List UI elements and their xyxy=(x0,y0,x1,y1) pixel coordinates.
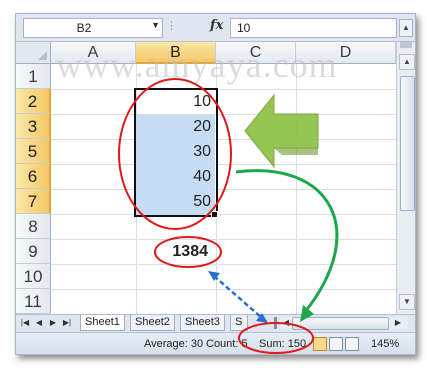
select-all-button[interactable] xyxy=(16,42,51,64)
column-header-b[interactable]: B xyxy=(136,42,216,64)
name-box[interactable]: B2 ▼ xyxy=(23,18,163,38)
zoom-level[interactable]: 145% xyxy=(371,338,399,350)
selection-border xyxy=(134,88,218,217)
row-header-2[interactable]: 2 xyxy=(16,89,51,114)
grid-line xyxy=(51,214,396,215)
vertical-scroll-thumb[interactable] xyxy=(400,76,415,211)
vertical-scrollbar[interactable]: ▲ ▼ xyxy=(396,42,415,314)
grid-line xyxy=(51,189,396,190)
status-bar: Average: 30 Count: 5 Sum: 150 145% xyxy=(16,332,415,354)
last-sheet-icon[interactable]: ▶| xyxy=(61,317,73,329)
page-break-view-button[interactable] xyxy=(345,337,359,351)
tab-split-handle[interactable] xyxy=(274,317,277,329)
row-header-7[interactable]: 7 xyxy=(16,189,51,214)
normal-view-button[interactable] xyxy=(313,337,327,351)
scroll-up-icon[interactable]: ▲ xyxy=(399,54,415,70)
expand-formula-bar-button[interactable]: ▲ xyxy=(399,19,413,37)
grid-line xyxy=(51,164,396,165)
excel-window: B2 ▼ ⋮ fx 10 ▲ A B C D 1 2 3 5 6 7 8 9 1… xyxy=(15,13,416,355)
row-header-3[interactable]: 3 xyxy=(16,114,51,139)
column-header-a[interactable]: A xyxy=(51,42,136,64)
grid-line xyxy=(51,289,396,290)
grid-line xyxy=(51,239,396,240)
grid-line xyxy=(51,114,396,115)
grid-line xyxy=(51,89,396,90)
formula-value: 10 xyxy=(237,21,251,35)
status-count: Count: 5 xyxy=(206,338,248,350)
formula-bar: B2 ▼ ⋮ fx 10 ▲ xyxy=(16,14,415,42)
row-header-1[interactable]: 1 xyxy=(16,64,51,89)
row-header-9[interactable]: 9 xyxy=(16,239,51,264)
row-header-5[interactable]: 5 xyxy=(16,139,51,164)
horizontal-scrollbar[interactable]: ◀ ▶ xyxy=(280,317,408,330)
scroll-left-icon[interactable]: ◀ xyxy=(280,317,292,329)
column-header-d[interactable]: D xyxy=(296,42,396,64)
grid-line xyxy=(51,139,396,140)
sheet-tabs-bar: |◀ ◀ ▶ ▶| Sheet1 Sheet2 Sheet3 S ◀ ▶ xyxy=(16,314,415,332)
tab-sheet1[interactable]: Sheet1 xyxy=(80,315,125,331)
split-handle[interactable] xyxy=(400,42,412,48)
status-sum: Sum: 150 xyxy=(259,338,307,350)
chevron-down-icon[interactable]: ▼ xyxy=(151,20,160,30)
fill-handle[interactable] xyxy=(211,211,218,218)
status-average: Average: 30 xyxy=(144,338,204,350)
column-header-c[interactable]: C xyxy=(216,42,296,64)
tab-sheet3[interactable]: Sheet3 xyxy=(180,315,225,331)
page-layout-view-button[interactable] xyxy=(329,337,343,351)
insert-function-button[interactable]: fx xyxy=(210,18,223,33)
horizontal-scroll-thumb[interactable] xyxy=(292,317,389,330)
scroll-right-icon[interactable]: ▶ xyxy=(392,317,404,329)
grid-line xyxy=(51,264,396,265)
scroll-down-icon[interactable]: ▼ xyxy=(399,294,415,310)
row-header-10[interactable]: 10 xyxy=(16,264,51,289)
row-header-11[interactable]: 11 xyxy=(16,289,51,314)
formula-input[interactable]: 10 xyxy=(230,18,397,38)
resize-grip-icon[interactable]: ⋮ xyxy=(166,19,177,32)
row-header-6[interactable]: 6 xyxy=(16,164,51,189)
tab-sheet2[interactable]: Sheet2 xyxy=(130,315,175,331)
name-box-value: B2 xyxy=(76,21,92,35)
next-sheet-icon[interactable]: ▶ xyxy=(47,317,59,329)
prev-sheet-icon[interactable]: ◀ xyxy=(33,317,45,329)
first-sheet-icon[interactable]: |◀ xyxy=(19,317,31,329)
tab-sheet4-partial[interactable]: S xyxy=(230,315,248,331)
row-header-8[interactable]: 8 xyxy=(16,214,51,239)
cell-b9[interactable]: 1384 xyxy=(136,239,208,264)
